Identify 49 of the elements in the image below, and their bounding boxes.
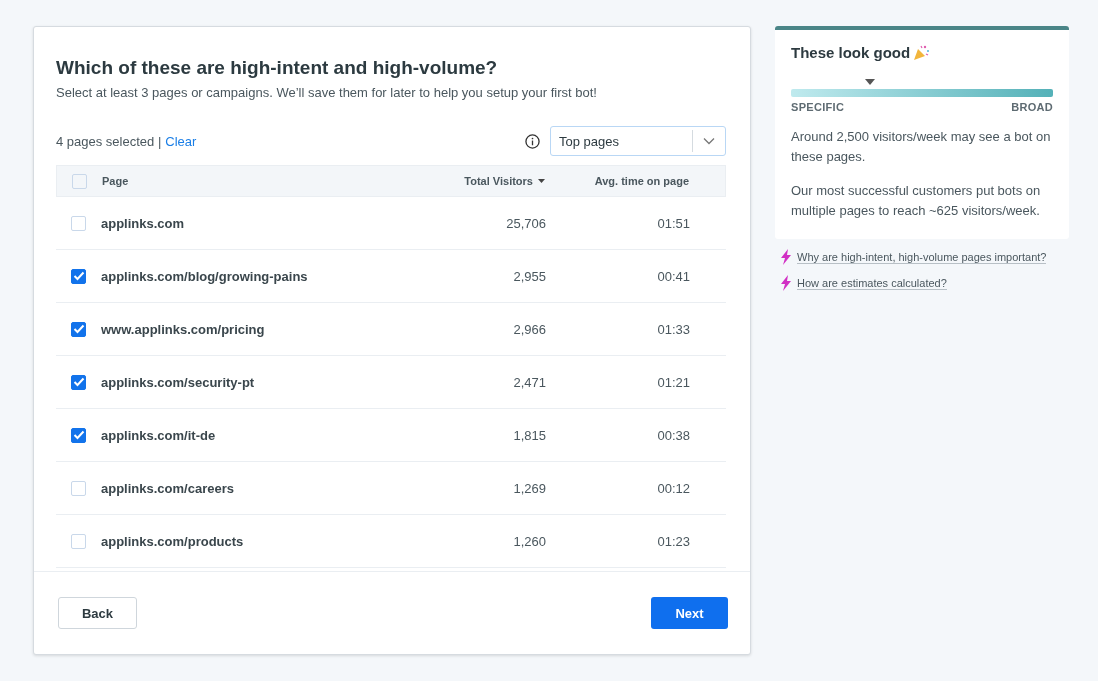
clear-link[interactable]: Clear bbox=[165, 133, 197, 149]
row-checkbox[interactable] bbox=[71, 427, 86, 443]
page-url: applinks.com/products bbox=[101, 533, 245, 549]
next-button[interactable]: Next bbox=[651, 597, 728, 629]
page-url: applinks.com/it-de bbox=[101, 427, 217, 443]
select-all-checkbox[interactable] bbox=[72, 173, 87, 189]
table-cell-text: 1,260 bbox=[512, 533, 546, 549]
estimate-text: Our most successful customers put bots on multiple pages to reach ~625 visitors/week. bbox=[791, 182, 1042, 220]
heading: Which of these are high-intent and high-volume? bbox=[56, 57, 499, 79]
page-url: applinks.com bbox=[101, 215, 186, 231]
pages-dropdown[interactable]: Top pages bbox=[550, 126, 726, 156]
lightning-icon bbox=[780, 275, 792, 291]
column-header: Page bbox=[102, 175, 130, 187]
estimate-text: Around 2,500 visitors/week may see a bot on these pages. bbox=[791, 128, 1052, 166]
table-cell-text: 00:38 bbox=[656, 427, 691, 443]
page-url: www.applinks.com/pricing bbox=[101, 321, 266, 337]
subtitle: Select at least 3 pages or campaigns. We’ll save them for later to help you setup your first bot! bbox=[56, 85, 598, 100]
lightning-icon bbox=[780, 249, 792, 265]
column-header: Avg. time on page bbox=[593, 175, 690, 187]
table-cell-text: 01:23 bbox=[656, 533, 691, 549]
table-cell-text: 25,706 bbox=[505, 215, 546, 231]
table-cell-text: 01:51 bbox=[656, 215, 691, 231]
panel-title: These look good bbox=[791, 44, 911, 61]
table-cell-text: 2,471 bbox=[512, 374, 546, 390]
meter-label: BROAD bbox=[1011, 101, 1053, 113]
back-button[interactable]: Back bbox=[58, 597, 137, 629]
meter-label: SPECIFIC bbox=[791, 101, 845, 113]
page-url: applinks.com/blog/growing-pains bbox=[101, 268, 309, 284]
help-link[interactable]: Why are high-intent, high-volume pages important? bbox=[797, 250, 1047, 264]
table-cell-text: 2,955 bbox=[512, 268, 546, 284]
page-url: applinks.com/security-pt bbox=[101, 374, 256, 390]
help-link[interactable]: How are estimates calculated? bbox=[797, 276, 947, 290]
table-cell-text: 2,966 bbox=[512, 321, 546, 337]
page-url: applinks.com/careers bbox=[101, 480, 235, 496]
table-cell-text: 1,815 bbox=[512, 427, 546, 443]
chevron-down-icon bbox=[703, 137, 715, 145]
party-popper-icon bbox=[913, 44, 931, 61]
column-header[interactable]: Total Visitors bbox=[464, 175, 533, 187]
row-checkbox[interactable] bbox=[71, 374, 86, 390]
info-icon[interactable] bbox=[525, 133, 540, 149]
row-checkbox[interactable] bbox=[71, 268, 86, 284]
table-cell-text: 00:12 bbox=[656, 480, 691, 496]
table-cell-text: 00:41 bbox=[656, 268, 691, 284]
table-cell-text: 1,269 bbox=[512, 480, 546, 496]
row-checkbox[interactable] bbox=[71, 321, 86, 337]
selection-count: 4 pages selected | bbox=[56, 133, 162, 149]
table-cell-text: 01:33 bbox=[656, 321, 691, 337]
table-cell-text: 01:21 bbox=[656, 374, 691, 390]
sort-caret-icon bbox=[538, 179, 545, 183]
